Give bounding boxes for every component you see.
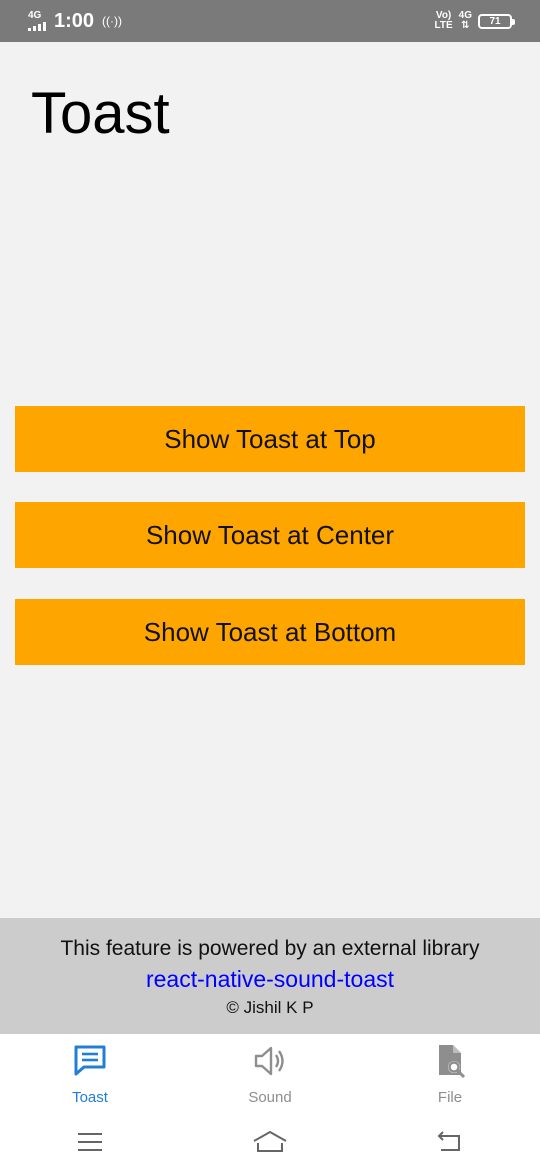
menu-button[interactable]	[70, 1125, 110, 1159]
network-type-label: 4G	[28, 10, 42, 21]
powered-by-text: This feature is powered by an external l…	[60, 937, 480, 960]
menu-icon	[78, 1133, 102, 1151]
status-right: Vo) LTE 4G ⇅ 71	[435, 11, 515, 31]
hotspot-icon: ((·))	[102, 14, 123, 28]
status-left: 4G 1:00 ((·))	[28, 10, 122, 33]
clock: 1:00	[54, 9, 95, 32]
tab-sound-label: Sound	[248, 1089, 292, 1106]
tab-toast[interactable]: Toast	[0, 1034, 180, 1114]
signal-bars-icon	[28, 22, 46, 31]
tab-sound[interactable]: Sound	[180, 1034, 360, 1114]
page-title: Toast	[31, 81, 170, 146]
show-toast-top-button[interactable]: Show Toast at Top	[15, 406, 525, 472]
back-button[interactable]	[430, 1125, 470, 1159]
file-search-icon	[439, 1045, 466, 1079]
home-button[interactable]	[250, 1125, 290, 1159]
show-toast-center-button[interactable]: Show Toast at Center	[15, 502, 525, 568]
show-toast-bottom-button[interactable]: Show Toast at Bottom	[15, 599, 525, 665]
library-credit-footer: This feature is powered by an external l…	[0, 918, 540, 1034]
library-link[interactable]: react-native-sound-toast	[0, 966, 540, 993]
tab-toast-label: Toast	[72, 1089, 108, 1106]
battery-icon: 71	[478, 13, 515, 29]
back-icon	[437, 1131, 460, 1151]
author-credit: © Jishil K P	[226, 998, 314, 1017]
status-bar: 4G 1:00 ((·)) Vo) LTE 4G ⇅ 71	[0, 0, 540, 42]
system-nav-bar	[0, 1114, 540, 1170]
message-icon	[74, 1045, 106, 1076]
mobile-data-indicator: 4G ⇅	[459, 11, 472, 31]
volte-bottom-label: LTE	[434, 20, 453, 31]
bottom-tab-bar: Toast Sound File	[0, 1034, 540, 1114]
battery-level: 71	[489, 15, 501, 27]
data-arrows-icon: ⇅	[461, 20, 470, 31]
signal-indicator: 4G	[28, 11, 46, 31]
tab-file[interactable]: File	[360, 1034, 540, 1114]
app-screen: 4G 1:00 ((·)) Vo) LTE 4G ⇅ 71 Toast Show	[0, 0, 540, 1170]
volte-indicator: Vo) LTE	[435, 11, 453, 31]
speaker-icon	[254, 1046, 284, 1076]
tab-file-label: File	[437, 1089, 463, 1106]
home-icon	[253, 1130, 287, 1152]
